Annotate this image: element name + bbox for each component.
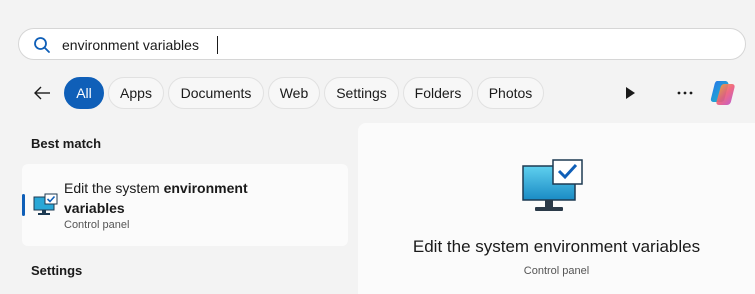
filter-documents[interactable]: Documents bbox=[168, 77, 264, 109]
more-options-button[interactable] bbox=[672, 83, 698, 103]
back-arrow-icon bbox=[34, 86, 50, 100]
filter-folders[interactable]: Folders bbox=[403, 77, 473, 109]
preview-title: Edit the system environment variables bbox=[412, 237, 701, 256]
monitor-checkbox-icon bbox=[33, 193, 58, 215]
preview-subtitle: Control panel bbox=[523, 265, 590, 277]
best-match-title: Edit the system environment variables bbox=[64, 180, 248, 216]
settings-heading: Settings bbox=[31, 263, 83, 278]
search-box[interactable] bbox=[18, 28, 746, 60]
best-match-heading: Best match bbox=[31, 136, 102, 151]
play-icon bbox=[626, 87, 635, 99]
filter-photos[interactable]: Photos bbox=[477, 77, 544, 109]
filter-web[interactable]: Web bbox=[268, 77, 320, 109]
more-icon bbox=[677, 91, 693, 95]
filter-settings[interactable]: Settings bbox=[324, 77, 399, 109]
best-match-result[interactable]: Edit the system environment variables Con… bbox=[22, 164, 348, 246]
more-filters-button[interactable] bbox=[620, 83, 640, 103]
search-input[interactable] bbox=[62, 34, 712, 56]
best-match-subtitle: Control panel bbox=[64, 219, 130, 231]
monitor-checkbox-icon bbox=[522, 159, 583, 211]
filter-all[interactable]: All bbox=[64, 77, 104, 109]
selection-indicator bbox=[22, 194, 25, 216]
text-caret bbox=[217, 36, 218, 54]
filter-apps[interactable]: Apps bbox=[108, 77, 164, 109]
back-button[interactable] bbox=[30, 81, 54, 105]
preview-pane: Edit the system environment variables Co… bbox=[358, 123, 755, 294]
search-icon bbox=[34, 37, 50, 53]
copilot-icon[interactable] bbox=[707, 78, 741, 108]
